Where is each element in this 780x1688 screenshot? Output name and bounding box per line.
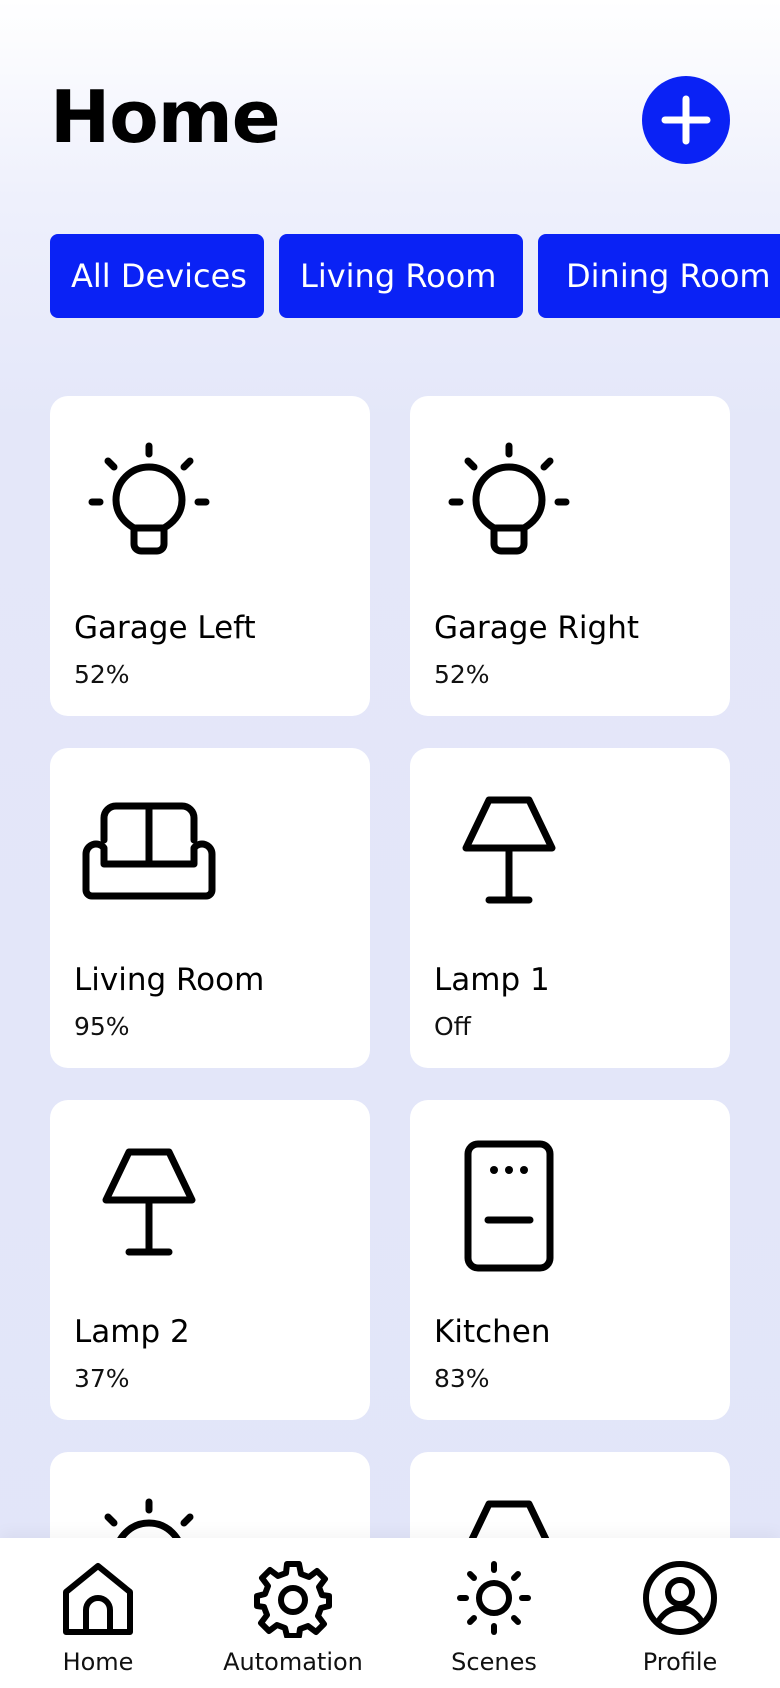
device-value: 37% <box>74 1364 130 1393</box>
device-card-garage-right[interactable]: Garage Right 52% <box>410 396 730 716</box>
device-grid: Garage Left 52% Garage Right 52% Living … <box>50 396 730 1540</box>
nav-label: Scenes <box>451 1648 537 1676</box>
nav-profile[interactable]: Profile <box>620 1538 740 1688</box>
nav-home[interactable]: Home <box>38 1538 158 1688</box>
user-circle-icon <box>643 1561 717 1635</box>
tab-all-devices[interactable]: All Devices <box>50 234 264 318</box>
bottom-nav: Home Automation Scenes Profile <box>0 1538 780 1688</box>
device-value: 52% <box>74 660 130 689</box>
device-card-garage-left[interactable]: Garage Left 52% <box>50 396 370 716</box>
nav-label: Profile <box>642 1648 718 1676</box>
device-card-living-room[interactable]: Living Room 95% <box>50 748 370 1068</box>
sun-icon <box>457 1561 531 1635</box>
tab-dining-room[interactable]: Dining Room <box>538 234 780 318</box>
lamp-icon <box>462 796 556 904</box>
plus-icon <box>661 95 711 145</box>
device-name: Kitchen <box>434 1314 551 1350</box>
device-card-partial-right[interactable] <box>410 1452 730 1540</box>
device-card-lamp-1[interactable]: Lamp 1 Off <box>410 748 730 1068</box>
nav-label: Home <box>62 1648 134 1676</box>
nav-label: Automation <box>223 1648 363 1676</box>
device-name: Garage Right <box>434 610 639 646</box>
device-name: Garage Left <box>74 610 256 646</box>
gear-icon <box>254 1561 332 1638</box>
lamp-icon <box>467 1500 551 1540</box>
nav-scenes[interactable]: Scenes <box>434 1538 554 1688</box>
device-value: 95% <box>74 1012 130 1041</box>
lamp-icon <box>102 1148 196 1256</box>
sofa-icon <box>82 802 216 900</box>
device-card-lamp-2[interactable]: Lamp 2 37% <box>50 1100 370 1420</box>
nav-automation[interactable]: Automation <box>213 1538 373 1688</box>
device-value: 83% <box>434 1364 490 1393</box>
bulb-icon <box>88 442 210 555</box>
device-card-kitchen[interactable]: Kitchen 83% <box>410 1100 730 1420</box>
oven-icon <box>464 1140 554 1272</box>
device-name: Lamp 1 <box>434 962 550 998</box>
home-icon <box>63 1563 133 1635</box>
device-name: Living Room <box>74 962 265 998</box>
bulb-icon <box>104 1498 194 1540</box>
device-value: Off <box>434 1012 471 1041</box>
device-value: 52% <box>434 660 490 689</box>
header: Home <box>0 0 780 220</box>
room-tabs: All Devices Living Room Dining Room <box>50 234 780 318</box>
device-card-partial-left[interactable] <box>50 1452 370 1540</box>
bulb-icon <box>448 442 570 555</box>
add-device-button[interactable] <box>642 76 730 164</box>
page-title: Home <box>50 75 281 159</box>
tab-living-room[interactable]: Living Room <box>279 234 523 318</box>
device-name: Lamp 2 <box>74 1314 190 1350</box>
